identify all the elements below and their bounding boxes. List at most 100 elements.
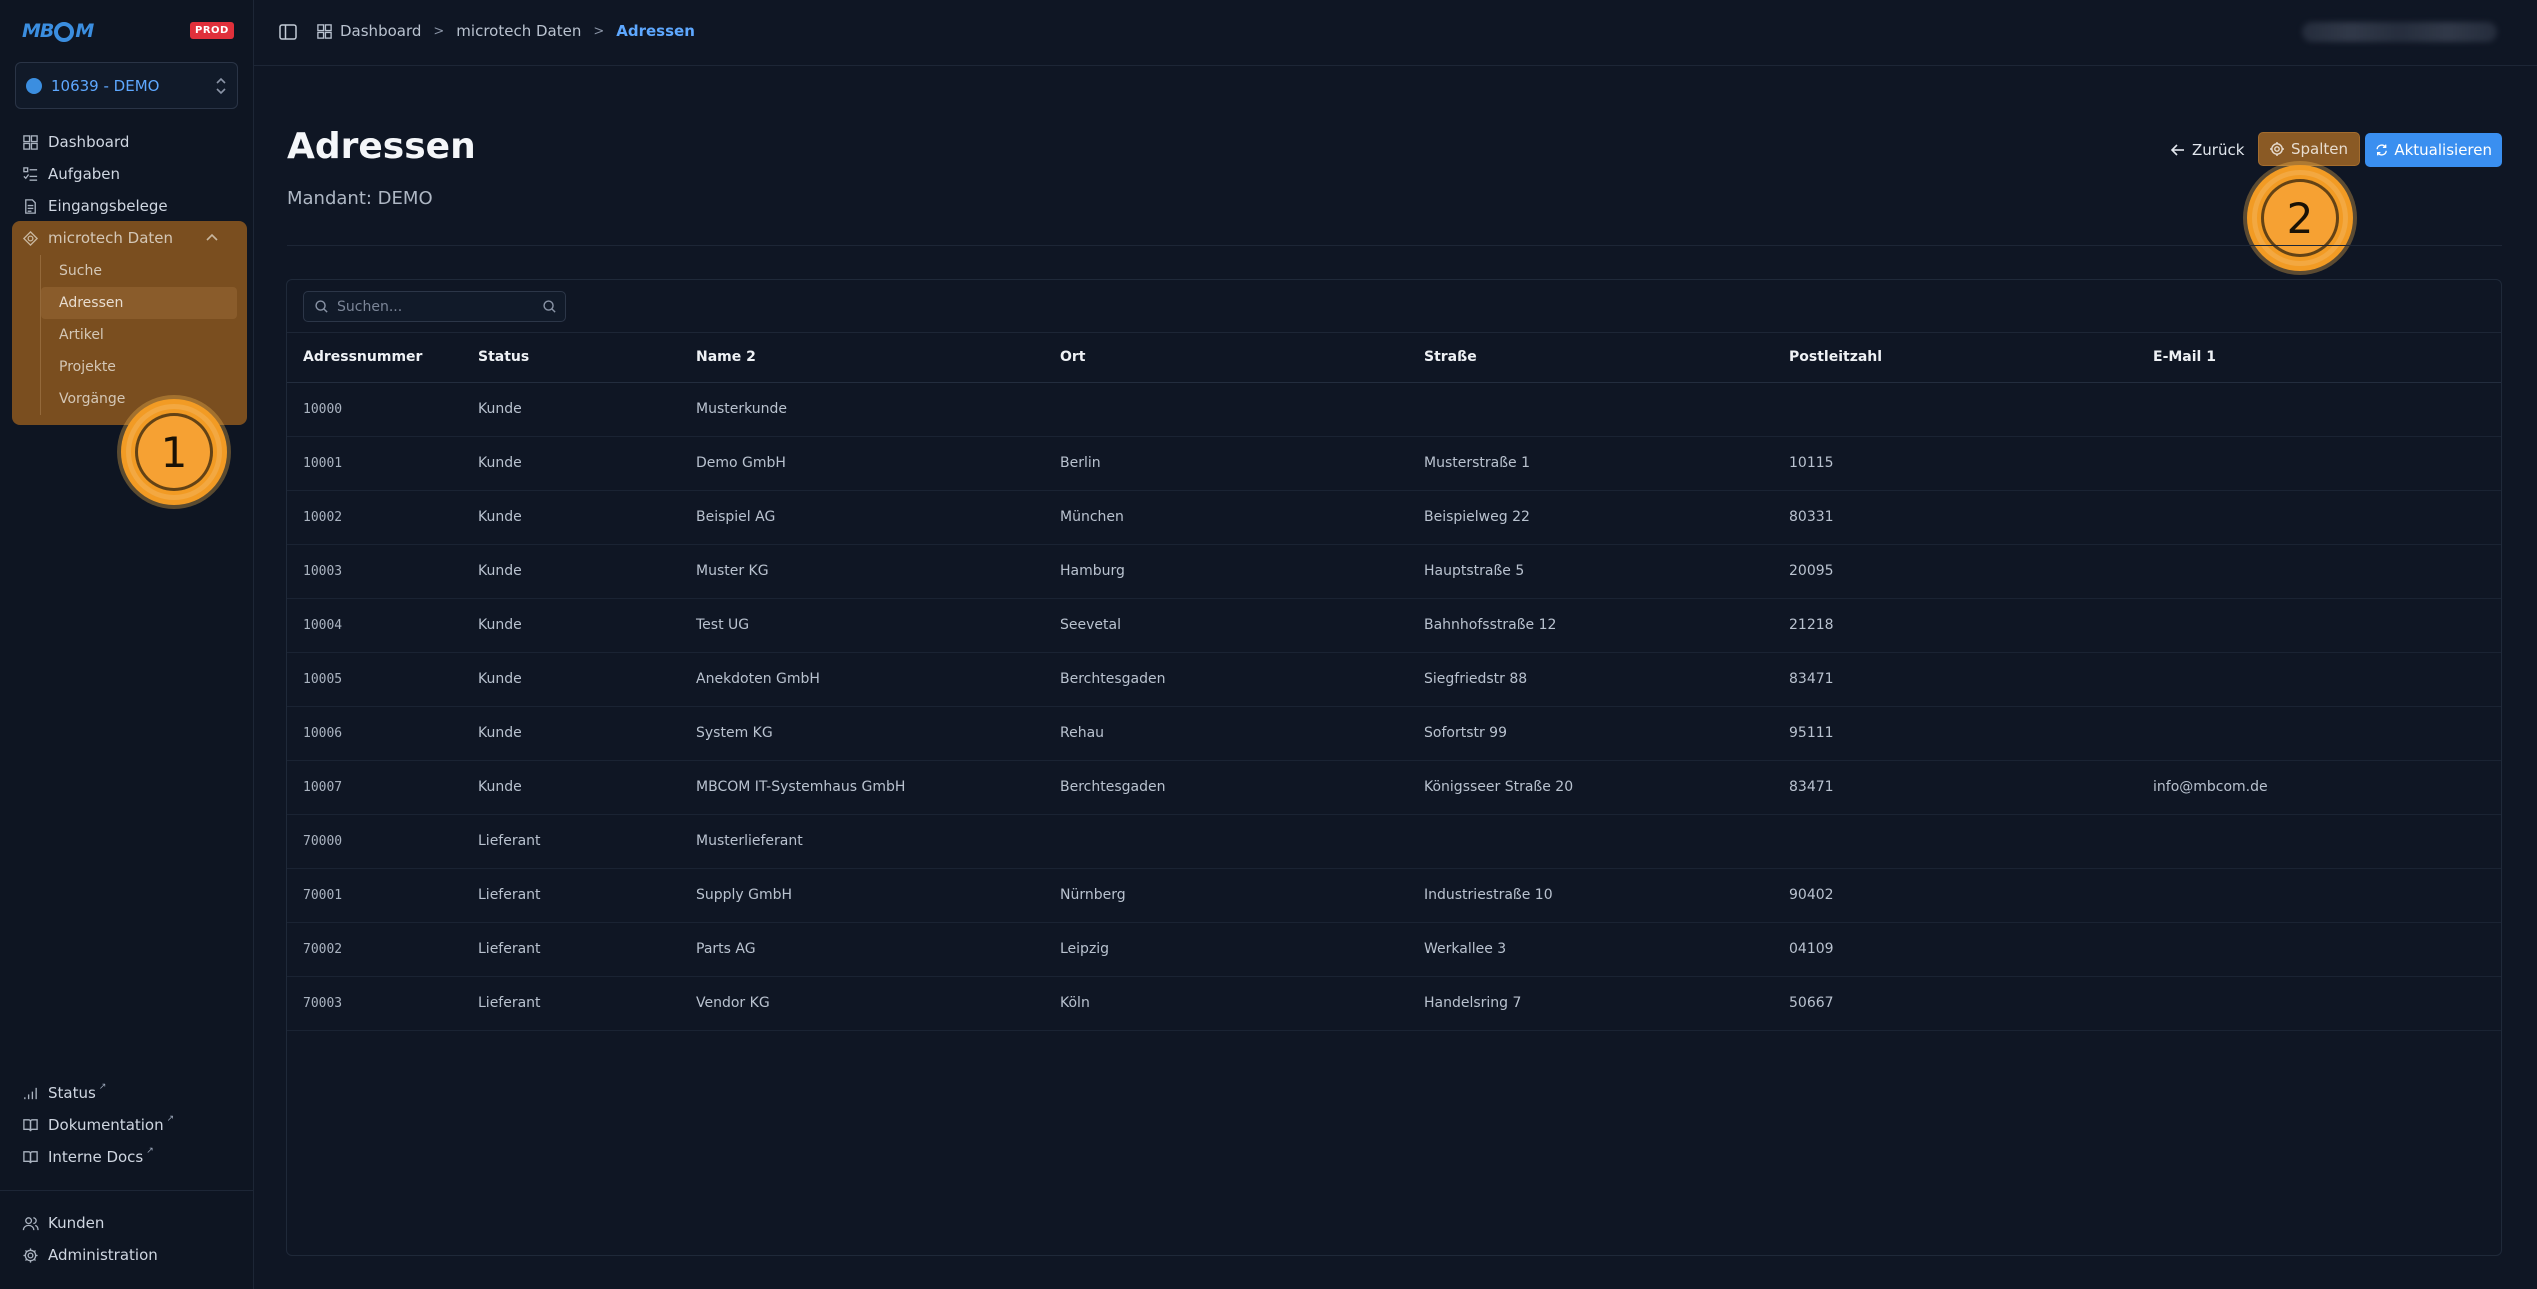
table-body: 10000 Kunde Musterkunde 10001 Kunde Demo GmbH… — [287, 382, 2501, 1031]
table-cell — [1044, 382, 1408, 437]
table-cell: Hauptstraße 5 — [1408, 544, 1773, 599]
table-cell: Berchtesgaden — [1044, 760, 1408, 815]
tenant-selector[interactable]: 10639 - DEMO — [15, 62, 238, 109]
book-icon — [23, 1150, 38, 1163]
column-header[interactable]: Straße — [1408, 332, 1773, 383]
table-cell: Musterlieferant — [680, 814, 1044, 869]
table-row[interactable]: 70001 Lieferant Supply GmbH Nürnberg Industr… — [287, 868, 2501, 923]
table-row[interactable]: 10003 Kunde Muster KG Hamburg Hauptstraße 52… — [287, 544, 2501, 599]
table-cell: Lieferant — [462, 868, 680, 923]
table-row[interactable]: 70003 Lieferant Vendor KG Köln Handelsring 7… — [287, 976, 2501, 1031]
table-cell: Industriestraße 10 — [1408, 868, 1773, 923]
sidebar-link-label: Dokumentation — [48, 1116, 164, 1134]
columns-button[interactable]: Spalten — [2258, 132, 2360, 166]
table-cell — [2137, 490, 2501, 545]
sidebar-item-artikel[interactable]: Artikel — [41, 319, 237, 351]
table-row[interactable]: 10002 Kunde Beispiel AG München Beispielweg … — [287, 490, 2501, 545]
table-cell: Königsseer Straße 20 — [1408, 760, 1773, 815]
table-row[interactable]: 10001 Kunde Demo GmbH Berlin Musterstraße 11… — [287, 436, 2501, 491]
sidebar-item-kunden[interactable]: Kunden — [0, 1207, 254, 1239]
table-cell: Musterstraße 1 — [1408, 436, 1773, 491]
table-cell: Beispiel AG — [680, 490, 1044, 545]
table-cell: System KG — [680, 706, 1044, 761]
table-cell: info@mbcom.de — [2137, 760, 2501, 815]
table-cell: Beispielweg 22 — [1408, 490, 1773, 545]
logo[interactable]: MB M — [22, 18, 94, 44]
column-header[interactable]: Postleitzahl — [1773, 332, 2137, 383]
table-cell: Berlin — [1044, 436, 1408, 491]
sidebar-group-toggle[interactable]: microtech Daten — [12, 221, 247, 255]
table-cell — [1408, 814, 1773, 869]
table-cell: Handelsring 7 — [1408, 976, 1773, 1031]
tenant-label: 10639 - DEMO — [51, 76, 160, 95]
user-menu-blurred[interactable] — [2302, 22, 2497, 42]
table-cell: 10001 — [287, 436, 462, 491]
sidebar: MB M PROD 10639 - DEMO Dashboard Aufgabe… — [0, 0, 254, 1289]
column-header[interactable]: Status — [462, 332, 680, 383]
annotation-marker-1-inner: 1 — [135, 413, 213, 491]
table-row[interactable]: 70000 Lieferant Musterlieferant — [287, 814, 2501, 869]
dashboard-icon — [23, 134, 38, 150]
page-subtitle: Mandant: DEMO — [287, 188, 433, 209]
back-button[interactable]: Zurück — [2160, 133, 2254, 167]
table-row[interactable]: 10004 Kunde Test UG Seevetal Bahnhofsstraße … — [287, 598, 2501, 653]
sidebar-link-interne-docs[interactable]: Interne Docs ↗ — [0, 1141, 254, 1173]
chevron-right-icon: > — [593, 23, 605, 39]
table-cell: 10005 — [287, 652, 462, 707]
logo-text-right: M — [75, 20, 94, 42]
table-cell: 83471 — [1773, 652, 2137, 707]
sidebar-item-dashboard[interactable]: Dashboard — [0, 126, 254, 158]
table-cell: 70003 — [287, 976, 462, 1031]
table-row[interactable]: 10000 Kunde Musterkunde — [287, 382, 2501, 437]
sidebar-item-aufgaben[interactable]: Aufgaben — [0, 158, 254, 190]
table-cell: 90402 — [1773, 868, 2137, 923]
table-cell: Sofortstr 99 — [1408, 706, 1773, 761]
sidebar-toggle-icon[interactable] — [278, 22, 298, 42]
breadcrumb-dashboard[interactable]: Dashboard — [340, 22, 421, 40]
logo-text-left: MB — [22, 20, 54, 42]
column-header[interactable]: Name 2 — [680, 332, 1044, 383]
table-cell: 70000 — [287, 814, 462, 869]
column-header[interactable]: Adressnummer — [287, 332, 462, 383]
breadcrumb-microtech[interactable]: microtech Daten — [456, 22, 581, 40]
table-cell — [2137, 436, 2501, 491]
table-cell: Kunde — [462, 436, 680, 491]
table-row[interactable]: 10006 Kunde System KG Rehau Sofortstr 99 9511… — [287, 706, 2501, 761]
search-box[interactable] — [303, 291, 566, 322]
sidebar-link-status[interactable]: Status ↗ — [0, 1077, 254, 1109]
table-cell: MBCOM IT-Systemhaus GmbH — [680, 760, 1044, 815]
annotation-marker-2: 2 — [2252, 170, 2348, 266]
sidebar-item-vorgaenge[interactable]: Vorgänge — [41, 383, 237, 415]
search-submit-icon[interactable] — [542, 299, 557, 314]
table-row[interactable]: 10007 Kunde MBCOM IT-Systemhaus GmbH Bercht… — [287, 760, 2501, 815]
sidebar-item-eingangsbelege[interactable]: Eingangsbelege — [0, 190, 254, 222]
sidebar-item-label: Aufgaben — [48, 165, 121, 183]
column-header[interactable]: Ort — [1044, 332, 1408, 383]
sidebar-item-suche[interactable]: Suche — [41, 255, 237, 287]
refresh-button[interactable]: Aktualisieren — [2365, 133, 2502, 167]
table-cell — [2137, 598, 2501, 653]
sidebar-bottom-nav: Kunden Administration — [0, 1207, 254, 1271]
table-row[interactable]: 70002 Lieferant Parts AG Leipzig Werkallee 3… — [287, 922, 2501, 977]
env-badge: PROD — [190, 22, 234, 39]
table-cell: 70002 — [287, 922, 462, 977]
table-cell: Kunde — [462, 598, 680, 653]
sidebar-item-adressen[interactable]: Adressen — [41, 287, 237, 319]
sidebar-link-dokumentation[interactable]: Dokumentation ↗ — [0, 1109, 254, 1141]
gear-icon — [23, 1247, 38, 1263]
external-link-icon: ↗ — [166, 1114, 175, 1124]
table-cell: Nürnberg — [1044, 868, 1408, 923]
logo-ring-icon — [54, 22, 75, 42]
column-header[interactable]: E-Mail 1 — [2137, 332, 2501, 383]
table-cell: Kunde — [462, 382, 680, 437]
breadcrumb-current: Adressen — [616, 22, 695, 40]
address-table: Adressnummer Status Name 2 Ort Straße Postlei… — [287, 332, 2501, 1031]
table-cell: Muster KG — [680, 544, 1044, 599]
sidebar-item-projekte[interactable]: Projekte — [41, 351, 237, 383]
table-row[interactable]: 10005 Kunde Anekdoten GmbH Berchtesgaden Sie… — [287, 652, 2501, 707]
table-cell: 10000 — [287, 382, 462, 437]
search-input[interactable] — [337, 298, 537, 315]
sidebar-item-administration[interactable]: Administration — [0, 1239, 254, 1271]
table-cell: Köln — [1044, 976, 1408, 1031]
refresh-button-label: Aktualisieren — [2394, 141, 2492, 159]
